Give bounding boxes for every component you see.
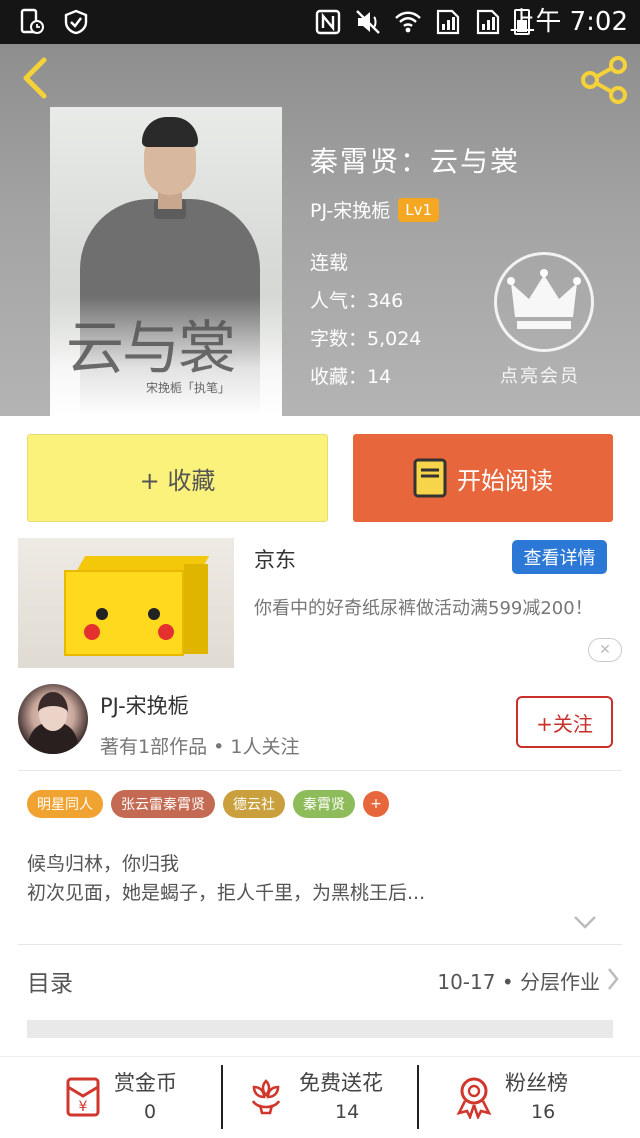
ad-description: 你看中的好奇纸尿裤做活动满599减200！ [254,598,593,619]
tag-item[interactable]: 德云社 [223,790,285,818]
ad-brand: 京东 [254,548,296,572]
cover-title-art: 云与裳 [66,314,236,382]
red-envelope-icon: ¥ [66,1077,100,1117]
wifi-icon [395,11,421,33]
synopsis-line: 初次见面，她是蝎子，拒人千里，为黑桃王后... [27,882,426,904]
bottom-bar-label: 免费送花 [299,1071,383,1095]
status-bar: 上午 7:02 [0,0,640,44]
vip-badge[interactable] [494,252,594,352]
book-header: 云与裳 宋挽栀「执笔」 秦霄贤：云与裳 PJ-宋挽栀 Lv1 连载 人气：346… [0,44,640,416]
ad-detail-button[interactable]: 查看详情 [512,540,607,574]
bottom-bar-count: 16 [531,1101,556,1123]
start-reading-button[interactable]: 开始阅读 [353,434,613,522]
book-icon [413,458,447,498]
book-favorites: 收藏：14 [310,366,392,388]
book-word-count: 字数：5,024 [310,328,422,350]
bottom-bar-label: 赏金币 [114,1071,177,1095]
synopsis-line: 候鸟归林，你归我 [27,853,180,875]
reward-coins-button[interactable]: ¥ 赏金币 0 [0,1057,220,1138]
level-badge: Lv1 [398,197,440,222]
author-name[interactable]: PJ-宋挽栀 [100,690,189,720]
start-reading-label: 开始阅读 [457,466,553,495]
details-section: PJ-宋挽栀 著有1部作品 • 1人关注 +关注 明星同人 张云雷秦霄贤 德云社… [0,672,640,1056]
synopsis: 候鸟归林，你归我 初次见面，她是蝎子，拒人千里，为黑桃王后... [27,850,425,908]
book-title: 秦霄贤：云与裳 [310,145,521,178]
tag-item[interactable]: 秦霄贤 [293,790,355,818]
avatar-portrait [26,692,80,754]
avatar[interactable] [18,684,88,754]
book-author[interactable]: PJ-宋挽栀 [310,196,390,223]
toc-latest-chapter[interactable]: 10-17 • 分层作业 [437,966,600,995]
tag-item[interactable]: 张云雷秦霄贤 [111,790,215,818]
sim2-signal-icon [476,9,500,35]
back-arrow-icon[interactable] [14,54,58,102]
flower-icon [251,1079,281,1115]
bottom-bar: ¥ 赏金币 0 免费送花 14 粉丝榜 16 [0,1056,640,1138]
bottom-bar-count: 0 [144,1101,157,1123]
ad-banner[interactable]: 京东 查看详情 你看中的好奇纸尿裤做活动满599减200！ ✕ [0,538,640,672]
crown-icon [507,269,581,329]
book-popularity: 人气：346 [310,290,404,312]
action-bar: + 收藏 开始阅读 [0,416,640,538]
shield-check-icon [64,9,88,35]
author-row: PJ-宋挽栀 Lv1 [310,196,440,223]
more-tags-button[interactable]: + [363,791,389,817]
tag-item[interactable]: 明星同人 [27,790,103,818]
follow-button[interactable]: +关注 [516,696,613,748]
bottom-bar-count: 14 [335,1101,360,1123]
bottom-bar-label: 粉丝榜 [505,1071,568,1095]
vip-label[interactable]: 点亮会员 [500,362,580,388]
section-placeholder [27,1020,613,1038]
svg-text:¥: ¥ [79,1099,88,1115]
nfc-icon [315,9,341,35]
phone-clock-icon [20,8,44,34]
cover-subtitle: 宋挽栀「执笔」 [146,381,231,395]
tag-list: 明星同人 张云雷秦霄贤 德云社 秦霄贤 + [27,790,389,818]
ad-close-button[interactable]: ✕ [588,638,622,662]
sim1-signal-icon [436,9,460,35]
divider [18,944,622,945]
send-flower-button[interactable]: 免费送花 14 [223,1057,417,1138]
share-icon[interactable] [578,54,630,106]
book-status: 连载 [310,252,349,274]
divider [18,770,622,771]
book-cover[interactable]: 云与裳 宋挽栀「执笔」 [50,107,282,416]
author-stats: 著有1部作品 • 1人关注 [100,736,300,758]
clock: 上午 7:02 [509,7,628,37]
medal-icon [456,1077,492,1119]
chevron-right-icon[interactable] [606,966,620,992]
fan-ranking-button[interactable]: 粉丝榜 16 [419,1057,640,1138]
chevron-down-icon[interactable] [572,912,598,932]
favorite-button[interactable]: + 收藏 [27,434,328,522]
toc-label[interactable]: 目录 [27,964,73,998]
mute-icon [356,10,380,34]
ad-image[interactable] [18,538,234,668]
